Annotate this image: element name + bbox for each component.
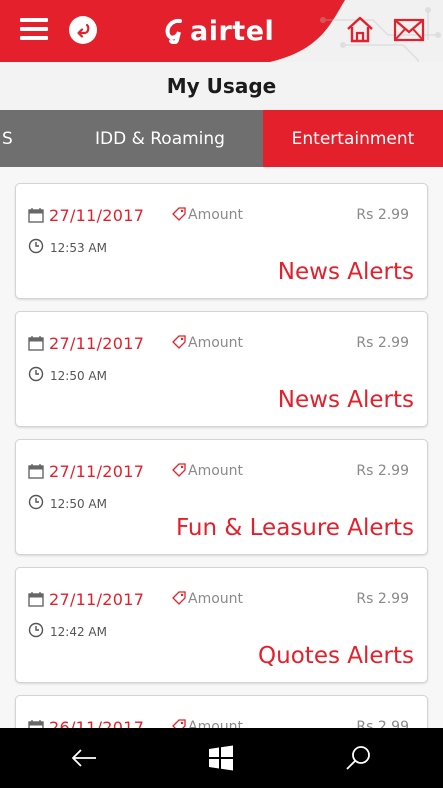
usage-time: 12:42 AM: [50, 625, 107, 639]
amount-value: Rs 2.99: [356, 719, 409, 728]
usage-card[interactable]: 27/11/2017 Amount Rs 2.99 12:42 AM Quote…: [15, 567, 428, 683]
system-navbar: [0, 728, 443, 788]
service-name: Quotes Alerts: [258, 643, 414, 669]
amount-value: Rs 2.99: [356, 463, 409, 479]
usage-time: 12:50 AM: [50, 497, 107, 511]
calendar-icon: [28, 720, 44, 728]
amount-value: Rs 2.99: [356, 335, 409, 351]
usage-date: 26/11/2017: [49, 718, 145, 728]
price-tag-icon: [172, 463, 186, 477]
calendar-icon: [28, 336, 44, 351]
tab-idd-roaming[interactable]: IDD & Roaming: [70, 110, 250, 167]
clock-icon: [28, 622, 44, 638]
calendar-icon: [28, 208, 44, 223]
amount-label: Amount: [188, 207, 244, 223]
usage-card[interactable]: 27/11/2017 Amount Rs 2.99 12:53 AM News …: [15, 183, 428, 299]
amount-label: Amount: [188, 463, 244, 479]
usage-date: 27/11/2017: [49, 206, 145, 225]
home-icon[interactable]: [345, 14, 375, 44]
price-tag-icon: [172, 335, 186, 349]
back-button[interactable]: [69, 16, 97, 44]
service-name: News Alerts: [277, 387, 414, 413]
page-title: My Usage: [166, 74, 277, 98]
nav-start-button[interactable]: [205, 742, 237, 774]
menu-button[interactable]: [20, 16, 50, 42]
price-tag-icon: [172, 591, 186, 605]
clock-icon: [28, 494, 44, 510]
amount-label: Amount: [188, 335, 244, 351]
usage-date: 27/11/2017: [49, 462, 145, 481]
service-name: News Alerts: [277, 259, 414, 285]
calendar-icon: [28, 464, 44, 479]
airtel-logo: airtel: [164, 13, 274, 49]
search-icon: [346, 746, 370, 770]
usage-time: 12:50 AM: [50, 369, 107, 383]
usage-card[interactable]: 26/11/2017 Amount Rs 2.99: [15, 695, 428, 728]
price-tag-icon: [172, 719, 186, 728]
amount-value: Rs 2.99: [356, 207, 409, 223]
usage-card[interactable]: 27/11/2017 Amount Rs 2.99 12:50 AM Fun &…: [15, 439, 428, 555]
price-tag-icon: [172, 207, 186, 221]
windows-start-icon: [209, 745, 233, 771]
clock-icon: [28, 238, 44, 254]
app-header: airtel: [0, 0, 443, 62]
amount-label: Amount: [188, 719, 244, 728]
usage-tabs: S IDD & Roaming Entertainment: [0, 110, 443, 167]
usage-card[interactable]: 27/11/2017 Amount Rs 2.99 12:50 AM News …: [15, 311, 428, 427]
tab-entertainment[interactable]: Entertainment: [263, 110, 443, 167]
usage-time: 12:53 AM: [50, 241, 107, 255]
clock-icon: [28, 366, 44, 382]
calendar-icon: [28, 592, 44, 607]
usage-date: 27/11/2017: [49, 334, 145, 353]
service-name: Fun & Leasure Alerts: [175, 515, 414, 541]
amount-value: Rs 2.99: [356, 591, 409, 607]
airtel-swirl-icon: [165, 18, 182, 44]
back-icon: [72, 749, 96, 767]
nav-search-button[interactable]: [342, 742, 374, 774]
amount-label: Amount: [188, 591, 244, 607]
nav-back-button[interactable]: [68, 742, 100, 774]
tab-sms[interactable]: S: [0, 110, 24, 167]
usage-date: 27/11/2017: [49, 590, 145, 609]
usage-list[interactable]: 27/11/2017 Amount Rs 2.99 12:53 AM News …: [0, 167, 443, 728]
back-arrow-icon: [77, 23, 90, 38]
mail-icon[interactable]: [393, 18, 425, 42]
brand-name: airtel: [190, 15, 275, 47]
